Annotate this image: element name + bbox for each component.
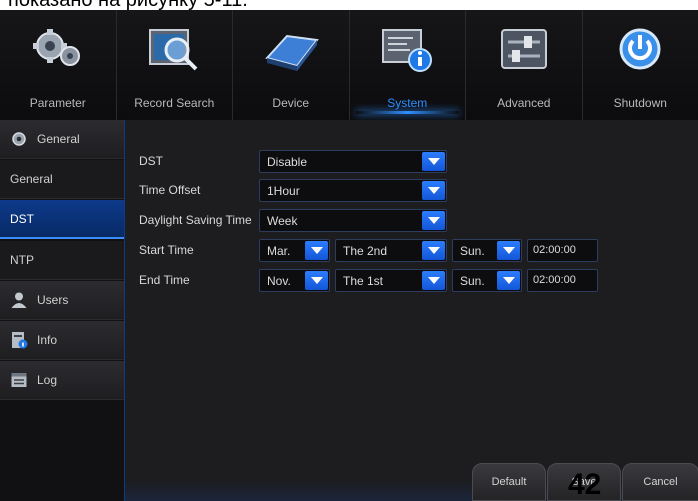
dst-label: DST [139,154,163,168]
sidebar-item-label: NTP [10,253,34,267]
sidebar-group-log[interactable]: Log [0,361,124,400]
tab-label: Shutdown [613,96,667,110]
chevron-down-icon[interactable] [422,152,445,171]
start-day-value: Sun. [460,244,485,258]
start-week-value: The 2nd [343,244,388,258]
sidebar-item-general[interactable]: General [0,160,124,199]
system-info-icon [382,29,433,72]
top-menu: Parameter Record Search Device System Ad… [0,10,698,120]
start-month-select[interactable]: Mar. [259,239,330,262]
end-time-row: End Time Nov. The 1st Sun. 02:00:00 [125,269,698,292]
tab-shutdown[interactable]: Shutdown [583,10,698,120]
gears-icon [32,29,80,66]
tab-label: Record Search [134,96,215,110]
default-button[interactable]: Default [472,463,546,501]
sidebar-group-label: Log [37,373,58,387]
dst-select[interactable]: Disable [259,150,447,173]
chevron-down-icon[interactable] [497,241,520,260]
film-search-icon [149,29,198,71]
sidebar-item-label: General [10,172,53,186]
end-month-value: Nov. [267,274,291,288]
sidebar-group-label: Info [37,333,58,347]
start-week-select[interactable]: The 2nd [335,239,447,262]
sidebar-group-label: General [37,132,80,146]
sidebar-item-ntp[interactable]: NTP [0,241,124,280]
end-time-input[interactable]: 02:00:00 [527,269,598,292]
chevron-down-icon[interactable] [305,241,328,260]
time-offset-row: Time Offset 1Hour [125,179,698,202]
sidebar-item-dst[interactable]: DST [0,200,124,239]
tab-parameter[interactable]: Parameter [0,10,117,120]
end-day-select[interactable]: Sun. [452,269,522,292]
start-time-value: 02:00:00 [533,244,576,256]
user-icon [11,292,27,308]
gear-icon [12,132,26,146]
tab-label: Parameter [29,96,86,110]
sidebar-group-general[interactable]: General [0,120,124,159]
info-icon [12,332,28,349]
cancel-button[interactable]: Cancel [622,463,698,501]
end-time-value: 02:00:00 [533,274,576,286]
chevron-down-icon[interactable] [305,271,328,290]
daylight-saving-time-row: Daylight Saving Time Week [125,209,698,232]
log-icon [11,373,27,387]
page-number: 42 [568,468,602,501]
sliders-icon [500,29,547,69]
time-offset-select[interactable]: 1Hour [259,179,447,202]
end-day-value: Sun. [460,274,485,288]
tab-advanced[interactable]: Advanced [466,10,583,120]
sidebar: General General DST NTP Users Info Log [0,120,124,501]
chevron-down-icon[interactable] [422,181,445,200]
sidebar-group-label: Users [37,293,69,307]
tab-label: Device [272,96,310,110]
dst-value: Disable [267,155,308,169]
start-month-value: Mar. [267,244,291,258]
end-time-label: End Time [139,273,190,287]
chevron-down-icon[interactable] [422,271,445,290]
sidebar-group-info[interactable]: Info [0,321,124,360]
chevron-down-icon[interactable] [422,241,445,260]
time-offset-value: 1Hour [267,184,300,198]
start-time-input[interactable]: 02:00:00 [527,239,598,262]
tab-system[interactable]: System [350,10,466,120]
start-day-select[interactable]: Sun. [452,239,522,262]
start-time-row: Start Time Mar. The 2nd Sun. 02:00:00 [125,239,698,262]
start-time-label: Start Time [139,243,194,257]
tab-record-search[interactable]: Record Search [117,10,233,120]
tab-label: System [387,96,428,110]
sidebar-group-users[interactable]: Users [0,281,124,320]
chevron-down-icon[interactable] [422,211,445,230]
dvr-settings-window: Parameter Record Search Device System Ad… [0,10,698,501]
daylight-saving-time-value: Week [267,214,298,228]
time-offset-label: Time Offset [139,183,201,197]
chevron-down-icon[interactable] [497,271,520,290]
daylight-saving-time-select[interactable]: Week [259,209,447,232]
end-month-select[interactable]: Nov. [259,269,330,292]
end-week-value: The 1st [343,274,384,288]
dst-row: DST Disable [125,150,698,173]
end-week-select[interactable]: The 1st [335,269,447,292]
daylight-saving-time-label: Daylight Saving Time [139,213,252,227]
hard-drive-icon [264,34,319,71]
tab-label: Advanced [497,96,551,110]
sidebar-item-label: DST [10,211,34,226]
tab-device[interactable]: Device [233,10,350,120]
dst-settings-panel: DST Disable Time Offset 1Hour Daylight S… [124,120,698,501]
power-icon [619,28,661,70]
